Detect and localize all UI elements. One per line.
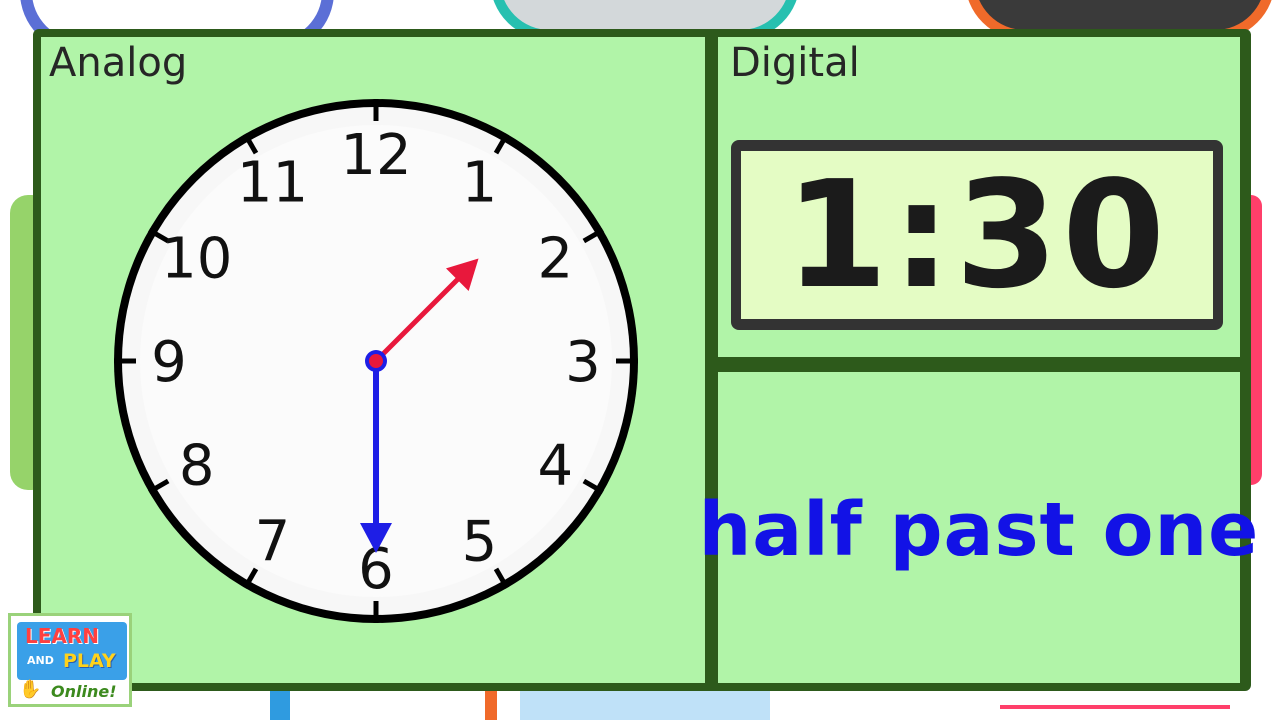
clock-numeral: 5 (462, 509, 498, 574)
clock-numeral: 3 (565, 330, 601, 395)
clock-numeral: 10 (161, 227, 232, 292)
background-shape-bottom-blue (270, 690, 290, 720)
background-shape-bottom-orange (485, 690, 497, 720)
learn-and-play-logo: LEARN AND PLAY Online! ✋ (8, 613, 132, 707)
analog-clock: 12 1234567891011 (114, 99, 638, 623)
background-shape-bottom-pink (1000, 705, 1230, 724)
analog-title: Analog (49, 40, 188, 86)
clock-numeral: 2 (537, 227, 573, 292)
digital-title: Digital (730, 40, 860, 86)
background-shape-bottom-lightblue (520, 690, 770, 720)
clock-numeral: 4 (537, 434, 573, 499)
clock-numeral: 9 (151, 330, 187, 395)
time-in-words: half past one (698, 487, 1260, 573)
logo-text-learn: LEARN (25, 624, 100, 648)
logo-text-play: PLAY (63, 650, 116, 672)
clock-numeral: 7 (255, 509, 291, 574)
clock-numeral: 8 (179, 434, 215, 499)
logo-text-and: AND (27, 654, 54, 667)
clock-numeral: 12 (340, 123, 411, 188)
logo-text-online: Online! (51, 682, 117, 701)
hand-icon: ✋ (19, 679, 42, 700)
clock-numeral: 11 (237, 151, 308, 216)
digital-time: 1:30 (784, 149, 1170, 321)
clock-center-pin (369, 354, 383, 368)
clock-numeral: 1 (462, 151, 498, 216)
